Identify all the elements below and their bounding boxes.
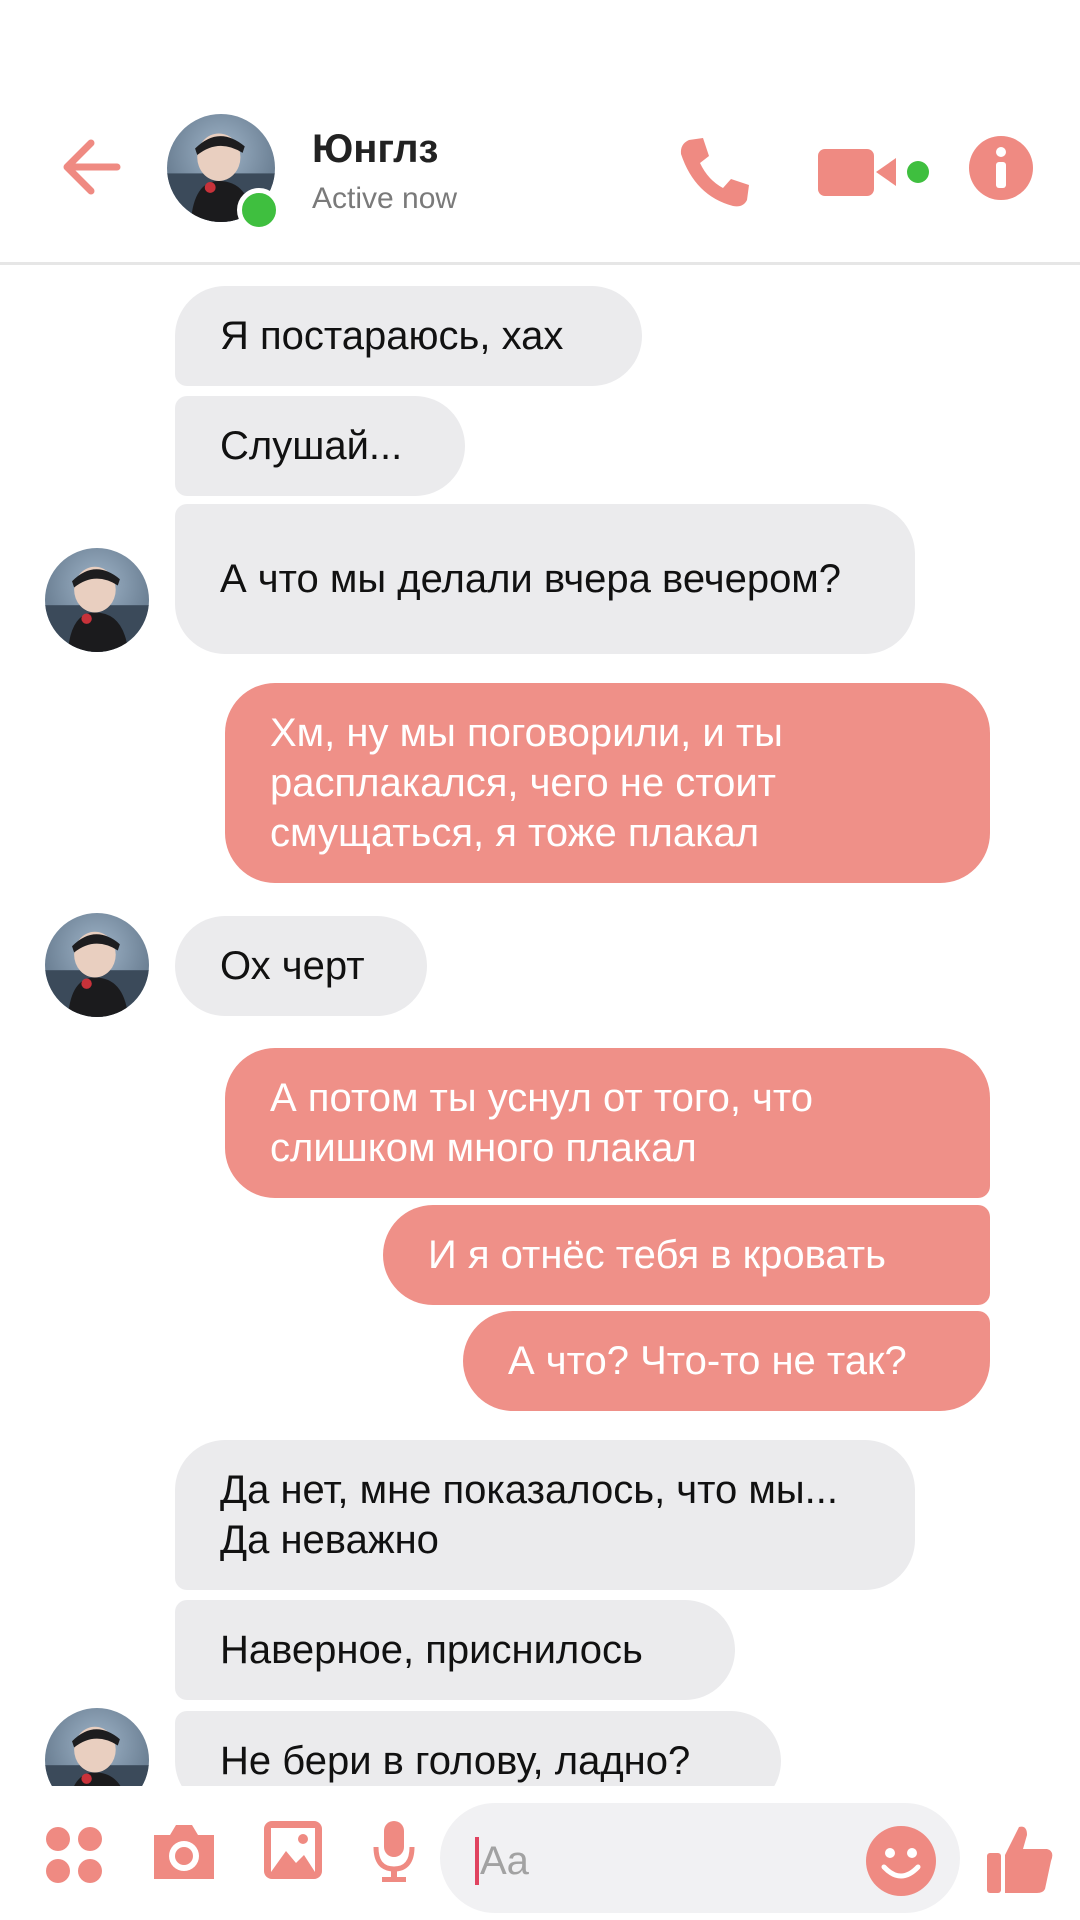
- smiley-icon[interactable]: [865, 1825, 937, 1897]
- message-bubble-incoming[interactable]: А что мы делали вчера вечером?: [175, 504, 915, 654]
- phone-icon[interactable]: [675, 132, 755, 212]
- message-bubble-incoming[interactable]: Наверное, приснилось: [175, 1600, 735, 1700]
- sender-avatar[interactable]: [45, 1708, 149, 1786]
- composer-bar: Aa: [0, 1786, 1080, 1920]
- message-bubble-outgoing[interactable]: А что? Что-то не так?: [463, 1311, 990, 1411]
- message-bubble-incoming[interactable]: Не бери в голову, ладно?: [175, 1711, 781, 1786]
- contact-status: Active now: [312, 182, 458, 215]
- message-input-placeholder: Aa: [480, 1839, 529, 1883]
- microphone-icon[interactable]: [372, 1819, 416, 1885]
- message-bubble-outgoing[interactable]: А потом ты уснул от того, что слишком мн…: [225, 1048, 990, 1198]
- message-bubble-incoming[interactable]: Ох черт: [175, 916, 427, 1016]
- chat-header: Юнглз Active now: [0, 0, 1080, 265]
- message-bubble-incoming[interactable]: Я постараюсь, хах: [175, 286, 642, 386]
- message-input[interactable]: Aa: [440, 1803, 960, 1913]
- info-icon[interactable]: [968, 135, 1034, 201]
- message-bubble-outgoing[interactable]: Хм, ну мы поговорили, и ты расплакался, …: [225, 683, 990, 883]
- image-icon[interactable]: [262, 1819, 324, 1881]
- menu-dots-icon[interactable]: [45, 1826, 103, 1884]
- message-bubble-incoming[interactable]: Слушай...: [175, 396, 465, 496]
- message-bubble-outgoing[interactable]: И я отнёс тебя в кровать: [383, 1205, 990, 1305]
- message-list[interactable]: Я постараюсь, хах Слушай... А что мы дел…: [0, 268, 1080, 1786]
- sender-avatar[interactable]: [45, 913, 149, 1017]
- back-arrow-icon[interactable]: [55, 130, 130, 205]
- online-indicator: [237, 188, 281, 232]
- message-bubble-incoming[interactable]: Да нет, мне показалось, что мы... Да нев…: [175, 1440, 915, 1590]
- thumbs-up-icon[interactable]: [985, 1821, 1055, 1896]
- contact-name[interactable]: Юнглз: [312, 127, 438, 172]
- sender-avatar[interactable]: [45, 548, 149, 652]
- video-camera-icon[interactable]: [818, 145, 933, 200]
- camera-icon[interactable]: [150, 1821, 218, 1883]
- text-cursor: [475, 1837, 479, 1885]
